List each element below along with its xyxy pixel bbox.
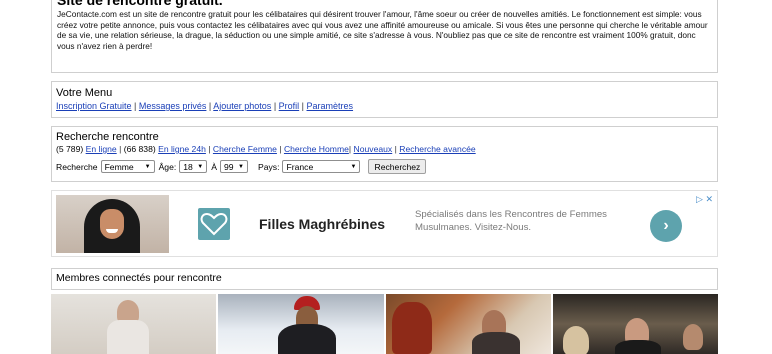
online-members-panel: Membres connectés pour rencontre — [51, 268, 718, 290]
advanced-search-link[interactable]: Recherche avancée — [399, 144, 475, 154]
member-photo[interactable] — [552, 294, 718, 354]
menu-link-messages[interactable]: Messages privés — [139, 101, 207, 111]
age-from-value: 18 — [183, 161, 193, 172]
new-members-link[interactable]: Nouveaux — [354, 144, 393, 154]
menu-links: Inscription Gratuite | Messages privés |… — [56, 100, 713, 112]
separator: | — [205, 144, 213, 154]
seek-man-link[interactable]: Cherche Homme — [284, 144, 349, 154]
members-title: Membres connectés pour rencontre — [56, 272, 222, 284]
chevron-down-icon: ▼ — [197, 163, 204, 170]
menu-link-signup[interactable]: Inscription Gratuite — [56, 101, 132, 111]
ad-banner[interactable]: Filles Maghrébines Spécialisés dans les … — [51, 190, 718, 257]
menu-link-profile[interactable]: Profil — [279, 101, 300, 111]
separator: | — [299, 101, 307, 111]
member-photo[interactable] — [51, 294, 217, 354]
online-count: (5 789) — [56, 144, 84, 154]
ad-headline[interactable]: Filles Maghrébines — [259, 216, 385, 232]
intro-text: JeContacte.com est un site de rencontre … — [57, 9, 708, 51]
recherche-label: Recherche — [56, 161, 98, 172]
online24-link[interactable]: En ligne 24h — [158, 144, 206, 154]
gender-value: Femme — [104, 161, 134, 172]
user-menu-panel: Votre Menu Inscription Gratuite | Messag… — [51, 81, 718, 118]
menu-link-settings[interactable]: Paramètres — [307, 101, 354, 111]
separator: | — [271, 101, 279, 111]
search-links: (5 789) En ligne | (66 838) En ligne 24h… — [56, 144, 713, 155]
chevron-down-icon: ▼ — [350, 163, 357, 170]
search-submit-button[interactable]: Recherchez — [368, 159, 427, 174]
intro-title: Site de rencontre gratuit. — [57, 0, 223, 8]
heart-logo-icon — [198, 208, 230, 240]
country-label: Pays: — [257, 161, 280, 172]
ad-description: Spécialisés dans les Rencontres de Femme… — [415, 209, 607, 233]
adchoices-icon[interactable]: ▷ ✕ — [696, 194, 713, 205]
member-photo[interactable] — [218, 294, 384, 354]
search-title: Recherche rencontre — [56, 131, 159, 143]
separator: | — [131, 101, 139, 111]
ad-image[interactable] — [56, 195, 169, 253]
online24-count: (66 838) — [123, 144, 156, 154]
member-photo[interactable] — [385, 294, 551, 354]
ad-person-face — [100, 209, 124, 239]
separator: | — [276, 144, 284, 154]
seek-woman-link[interactable]: Cherche Femme — [213, 144, 277, 154]
age-to-select[interactable]: 99 ▼ — [219, 160, 248, 173]
age-to-value: 99 — [223, 161, 234, 172]
country-value: France — [286, 161, 314, 172]
age-from-select[interactable]: 18 ▼ — [179, 160, 208, 173]
search-panel: Recherche rencontre (5 789) En ligne | (… — [51, 126, 718, 182]
intro-panel: Site de rencontre gratuit. JeContacte.co… — [51, 0, 718, 73]
search-form: Recherche Femme ▼ Âge: 18 ▼ À 99 ▼ Pays: Fr… — [56, 159, 713, 174]
menu-link-add-photos[interactable]: Ajouter photos — [213, 101, 271, 111]
separator: | — [116, 144, 124, 154]
age-label: Âge: — [158, 161, 177, 172]
member-photos — [51, 294, 718, 354]
country-select[interactable]: France ▼ — [282, 160, 361, 173]
chevron-down-icon: ▼ — [144, 163, 151, 170]
chevron-down-icon: ▼ — [238, 163, 244, 170]
age-to-label: À — [211, 161, 217, 172]
menu-title: Votre Menu — [56, 87, 113, 99]
online-link[interactable]: En ligne — [86, 144, 117, 154]
gender-select[interactable]: Femme ▼ — [100, 160, 155, 173]
ad-cta-button[interactable]: › — [650, 210, 682, 242]
